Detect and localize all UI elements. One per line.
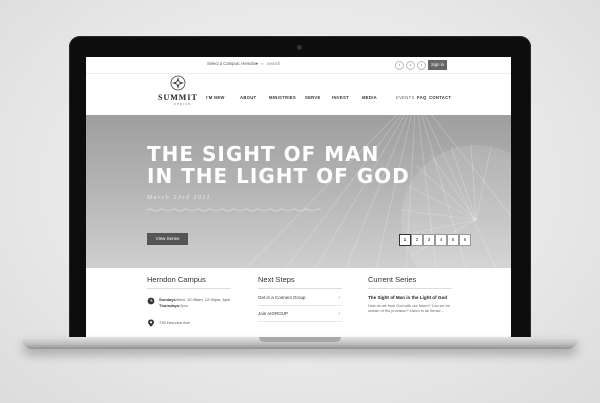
nav-faq[interactable]: FAQ	[417, 95, 427, 100]
location-pin-icon	[148, 319, 154, 327]
laptop-lid: Select a Campus: Herndon ▾ ⌕ Search t v …	[69, 36, 531, 338]
laptop-screen: Select a Campus: Herndon ▾ ⌕ Search t v …	[86, 57, 511, 338]
laptop-notch	[259, 337, 341, 342]
chevron-right-icon: ›	[338, 295, 340, 301]
laptop-base	[22, 337, 578, 349]
nav-ministries[interactable]: MINISTRIES	[269, 95, 296, 100]
vimeo-icon[interactable]: v	[406, 61, 415, 70]
campus-address: 735 Herndon Ave	[159, 320, 190, 325]
hero-banner: THE SIGHT OF MAN IN THE LIGHT OF GOD Mar…	[86, 115, 511, 268]
hero-title-line1: THE SIGHT OF MAN	[147, 142, 380, 166]
slide-page-1[interactable]: 1	[399, 234, 411, 246]
slide-page-4[interactable]: 4	[435, 234, 447, 246]
nav-about[interactable]: ABOUT	[240, 95, 256, 100]
logo-sub: church	[174, 102, 192, 106]
series-link[interactable]: The Sight of Man in the Light of God	[368, 295, 447, 300]
logo-name[interactable]: SUMMIT	[158, 93, 198, 102]
nav-im-new[interactable]: I'M NEW	[206, 95, 225, 100]
divider	[258, 288, 342, 289]
view-series-button[interactable]: View Series	[147, 233, 188, 245]
slide-page-2[interactable]: 2	[411, 234, 423, 246]
camera-icon	[297, 45, 302, 50]
next-step-regroup[interactable]: Join reGROUP ›	[258, 311, 342, 322]
slide-page-3[interactable]: 3	[423, 234, 435, 246]
twitter-icon[interactable]: t	[395, 61, 404, 70]
chevron-down-icon: ▾	[256, 61, 259, 66]
nav-events[interactable]: EVENTS	[396, 95, 415, 100]
current-series-title: Current Series	[368, 275, 417, 284]
herndon-title: Herndon Campus	[147, 275, 206, 284]
nav-media[interactable]: MEDIA	[362, 95, 377, 100]
search-icon: ⌕	[261, 61, 264, 66]
hero-title-line2: IN THE LIGHT OF GOD	[147, 164, 410, 188]
series-description: How do we trust God with our future? Can…	[368, 304, 450, 313]
search-input[interactable]: Search	[267, 61, 280, 66]
times-sunday: 9am, 10:45am, 12:30pm, 6pm	[177, 297, 231, 302]
next-step-connect-group[interactable]: Get in a Connect Group ›	[258, 295, 342, 306]
divider	[147, 288, 231, 289]
campus-select[interactable]: Select a Campus: Herndon	[207, 61, 257, 66]
times-thursday-label: Thursdays:	[159, 303, 181, 308]
slide-page-6[interactable]: 6	[459, 234, 471, 246]
signin-button[interactable]: Sign in	[428, 60, 447, 70]
times-label: Sundays:	[159, 297, 178, 302]
times-thursday: 7pm	[180, 303, 188, 308]
next-step-label: Join reGROUP	[258, 311, 289, 316]
next-step-label: Get in a Connect Group	[258, 295, 306, 300]
divider	[368, 288, 452, 289]
hero-date: March 23rd 2011	[147, 195, 211, 201]
logo-mark-icon[interactable]	[170, 75, 186, 91]
chevron-right-icon: ›	[338, 311, 340, 317]
nav-invest[interactable]: INVEST	[332, 95, 349, 100]
hero-title: THE SIGHT OF MAN IN THE LIGHT OF GOD	[147, 143, 410, 187]
facebook-icon[interactable]: f	[417, 61, 426, 70]
top-bar: Select a Campus: Herndon ▾ ⌕ Search t v …	[86, 57, 511, 74]
slide-page-5[interactable]: 5	[447, 234, 459, 246]
nav-contact[interactable]: CONTACT	[429, 95, 451, 100]
next-steps-title: Next Steps	[258, 275, 295, 284]
clock-icon	[147, 297, 155, 305]
nav-serve[interactable]: SERVE	[305, 95, 321, 100]
